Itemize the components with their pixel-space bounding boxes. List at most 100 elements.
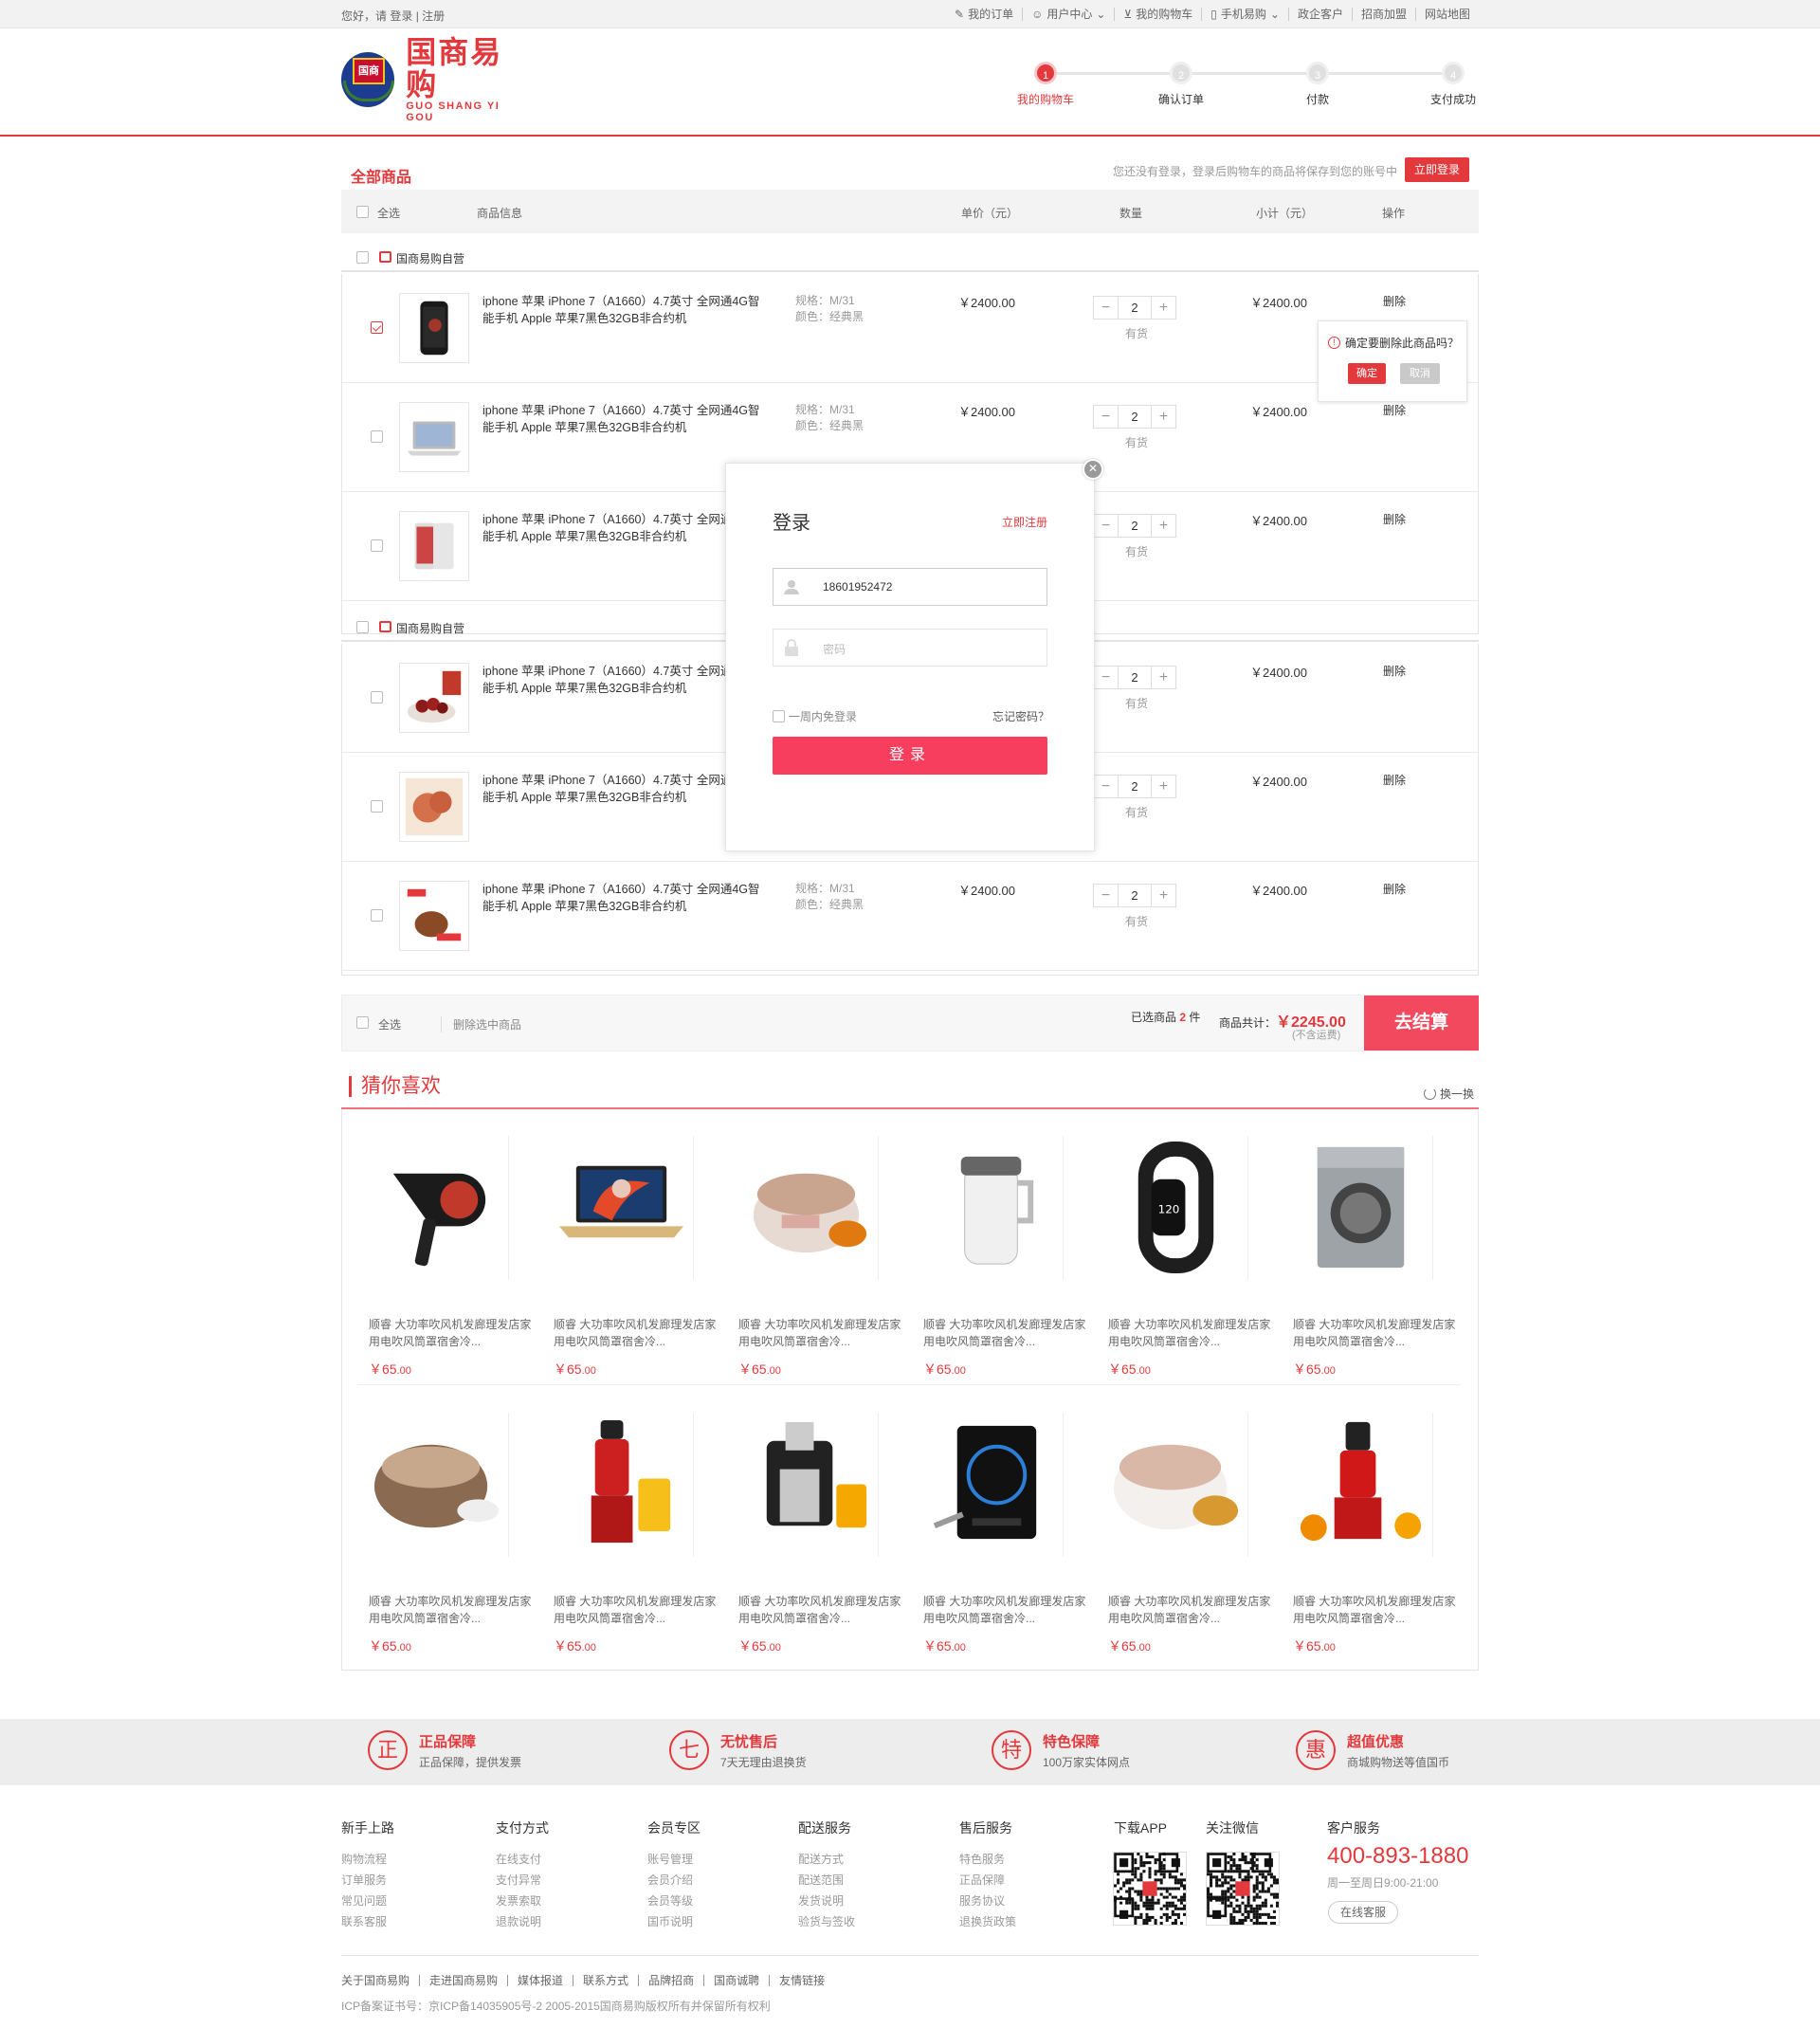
plus-icon[interactable]: + [1152,406,1175,428]
shop-checkbox[interactable] [356,251,369,264]
close-icon[interactable]: ✕ [1083,459,1103,480]
product-image[interactable] [550,1136,694,1280]
password-field[interactable]: 密码 [773,629,1047,667]
remember-me[interactable]: 一周内免登录 [773,708,857,724]
plus-icon[interactable]: + [1152,515,1175,537]
plus-icon[interactable]: + [1152,776,1175,797]
login-submit-button[interactable]: 登录 [773,737,1047,775]
minus-icon[interactable]: − [1094,776,1118,797]
product-image[interactable]: 120 [1104,1136,1248,1280]
product-image[interactable] [1104,1413,1248,1557]
logo[interactable]: 国商 国商易购 GUO SHANG YI GOU [341,36,531,123]
product-image[interactable] [365,1136,509,1280]
product-name[interactable]: 顺睿 大功率吹风机发廊理发店家 用电吹风筒罩宿舍冷... [1293,1316,1464,1350]
item-checkbox[interactable] [371,691,383,703]
shop-checkbox[interactable] [356,621,369,633]
quantity-stepper[interactable]: −2 + [1093,405,1176,429]
recommended-product[interactable]: 顺睿 大功率吹风机发廊理发店家 用电吹风筒罩宿舍冷... ￥65.00 [910,1126,1085,1377]
mobile-link[interactable]: ▯ 手机易购 ⌄ [1201,8,1288,21]
modal-register-link[interactable]: 立即注册 [1002,514,1047,530]
minus-icon[interactable]: − [1094,297,1118,319]
item-checkbox[interactable] [371,909,383,922]
recommended-product[interactable]: 顺睿 大功率吹风机发廊理发店家 用电吹风筒罩宿舍冷... ￥65.00 [355,1126,531,1377]
quantity-value[interactable]: 2 [1118,776,1152,797]
top-register-link[interactable]: 注册 [422,9,445,23]
recommended-product[interactable]: 顺睿 大功率吹风机发廊理发店家 用电吹风筒罩宿舍冷... ￥65.00 [355,1403,531,1653]
enterprise-link[interactable]: 政企客户 [1287,8,1352,21]
confirm-delete-button[interactable]: 确定 [1348,363,1386,384]
sitemap-link[interactable]: 网站地图 [1414,8,1479,21]
item-checkbox[interactable] [371,800,383,813]
product-image[interactable] [735,1136,879,1280]
item-thumbnail[interactable] [399,293,469,363]
product-image[interactable] [365,1413,509,1557]
refresh-button[interactable]: 换一换 [1424,1086,1474,1102]
minus-icon[interactable]: − [1094,406,1118,428]
product-name[interactable]: 顺睿 大功率吹风机发廊理发店家 用电吹风筒罩宿舍冷... [554,1593,724,1627]
recommended-product[interactable]: 顺睿 大功率吹风机发廊理发店家 用电吹风筒罩宿舍冷... ￥65.00 [1280,1403,1455,1653]
checkout-button[interactable]: 去结算 [1364,996,1479,1051]
recommended-product[interactable]: 顺睿 大功率吹风机发廊理发店家 用电吹风筒罩宿舍冷... ￥65.00 [540,1126,716,1377]
quantity-value[interactable]: 2 [1118,885,1152,906]
item-thumbnail[interactable] [399,511,469,581]
product-image[interactable] [919,1136,1064,1280]
product-name[interactable]: 顺睿 大功率吹风机发廊理发店家 用电吹风筒罩宿舍冷... [923,1593,1094,1627]
cancel-delete-button[interactable]: 取消 [1400,363,1440,384]
item-thumbnail[interactable] [399,881,469,951]
online-service-button[interactable]: 在线客服 [1328,1901,1398,1924]
plus-icon[interactable]: + [1152,885,1175,906]
minus-icon[interactable]: − [1094,667,1118,688]
item-checkbox[interactable] [371,430,383,443]
delete-link[interactable]: 删除 [1383,663,1406,679]
recommended-product[interactable]: 顺睿 大功率吹风机发廊理发店家 用电吹风筒罩宿舍冷... ￥65.00 [1095,1403,1270,1653]
item-name[interactable]: iphone 苹果 iPhone 7（A1660）4.7英寸 全网通4G智 能手机… [482,402,776,436]
product-name[interactable]: 顺睿 大功率吹风机发廊理发店家 用电吹风筒罩宿舍冷... [1108,1316,1279,1350]
select-all-checkbox[interactable] [356,205,369,219]
my-cart-link[interactable]: ⊻ 我的购物车 [1114,8,1201,21]
quantity-stepper[interactable]: −2 + [1093,514,1176,538]
plus-icon[interactable]: + [1152,297,1175,319]
product-name[interactable]: 顺睿 大功率吹风机发廊理发店家 用电吹风筒罩宿舍冷... [738,1316,909,1350]
minus-icon[interactable]: − [1094,885,1118,906]
login-now-button[interactable]: 立即登录 [1405,157,1469,182]
item-name[interactable]: iphone 苹果 iPhone 7（A1660）4.7英寸 全网通4G智 能手机… [482,293,776,327]
product-name[interactable]: 顺睿 大功率吹风机发廊理发店家 用电吹风筒罩宿舍冷... [923,1316,1094,1350]
product-image[interactable] [735,1413,879,1557]
minus-icon[interactable]: − [1094,515,1118,537]
recommended-product[interactable]: 顺睿 大功率吹风机发廊理发店家 用电吹风筒罩宿舍冷... ￥65.00 [725,1403,901,1653]
forgot-password-link[interactable]: 忘记密码？ [992,708,1049,724]
item-thumbnail[interactable] [399,663,469,733]
recommended-product[interactable]: 顺睿 大功率吹风机发廊理发店家 用电吹风筒罩宿舍冷... ￥65.00 [910,1403,1085,1653]
delete-selected-link[interactable]: 删除选中商品 [441,1016,521,1032]
product-image[interactable] [550,1413,694,1557]
product-name[interactable]: 顺睿 大功率吹风机发廊理发店家 用电吹风筒罩宿舍冷... [1293,1593,1464,1627]
delete-link[interactable]: 删除 [1383,402,1406,418]
delete-link[interactable]: 删除 [1383,772,1406,788]
product-name[interactable]: 顺睿 大功率吹风机发廊理发店家 用电吹风筒罩宿舍冷... [369,1316,539,1350]
merchant-link[interactable]: 招商加盟 [1351,8,1415,21]
product-name[interactable]: 顺睿 大功率吹风机发廊理发店家 用电吹风筒罩宿舍冷... [738,1593,909,1627]
quantity-value[interactable]: 2 [1118,406,1152,428]
delete-link[interactable]: 删除 [1383,293,1406,309]
quantity-value[interactable]: 2 [1118,297,1152,319]
item-checkbox[interactable] [371,321,383,334]
footer-select-all-checkbox[interactable] [356,1016,369,1029]
delete-link[interactable]: 删除 [1383,511,1406,527]
product-image[interactable] [1289,1136,1433,1280]
quantity-value[interactable]: 2 [1118,667,1152,688]
recommended-product[interactable]: 顺睿 大功率吹风机发廊理发店家 用电吹风筒罩宿舍冷... ￥65.00 [540,1403,716,1653]
item-name[interactable]: iphone 苹果 iPhone 7（A1660）4.7英寸 全网通4G智 能手机… [482,881,776,915]
quantity-stepper[interactable]: −2 + [1093,775,1176,798]
quantity-stepper[interactable]: −2 + [1093,666,1176,689]
product-image[interactable] [1289,1413,1433,1557]
item-thumbnail[interactable] [399,772,469,842]
user-center-link[interactable]: ☺ 用户中心 ⌄ [1022,8,1114,21]
my-orders-link[interactable]: ✎ 我的订单 [946,8,1022,21]
recommended-product[interactable]: 顺睿 大功率吹风机发廊理发店家 用电吹风筒罩宿舍冷... ￥65.00 [1280,1126,1455,1377]
item-thumbnail[interactable] [399,402,469,472]
remember-checkbox[interactable] [773,710,785,722]
product-name[interactable]: 顺睿 大功率吹风机发廊理发店家 用电吹风筒罩宿舍冷... [1108,1593,1279,1627]
top-login-link[interactable]: 登录 [390,9,412,23]
quantity-stepper[interactable]: −2 + [1093,296,1176,320]
recommended-product[interactable]: 120 顺睿 大功率吹风机发廊理发店家 用电吹风筒罩宿舍冷... ￥65.00 [1095,1126,1270,1377]
